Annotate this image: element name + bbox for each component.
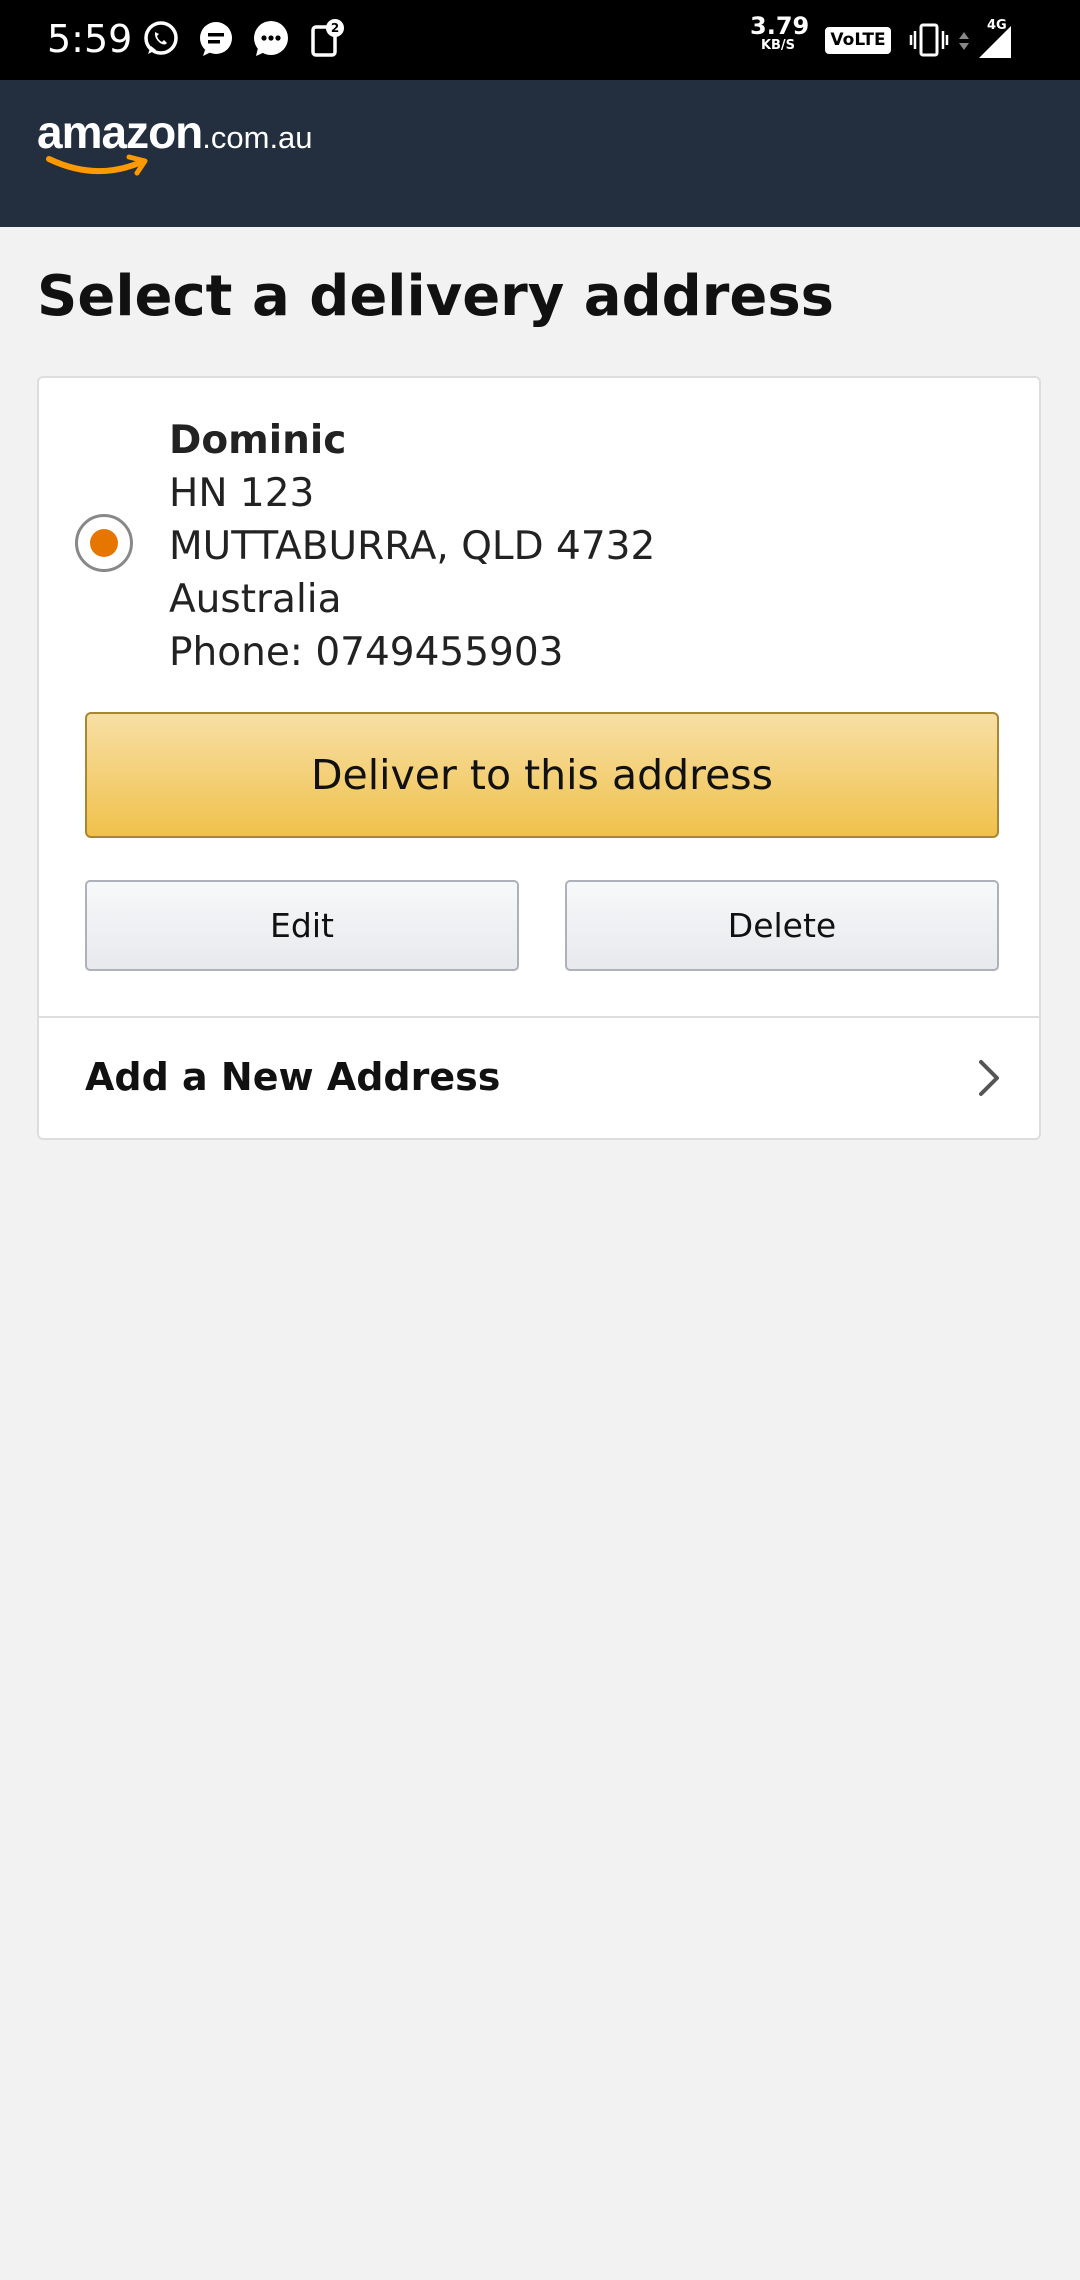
amazon-logo[interactable]: amazon.com.au [37, 105, 313, 176]
volte-badge: VoLTE [825, 27, 891, 54]
status-time: 5:59 [47, 17, 133, 61]
app-header: amazon.com.au [0, 80, 1080, 227]
network-speed-value: 3.79 [750, 12, 810, 40]
address-card: Dominic HN 123 MUTTABURRA, QLD 4732 Aust… [37, 376, 1041, 1140]
chat-icon [254, 21, 288, 56]
network-speed: 3.79 KB/S [750, 12, 810, 53]
status-bar: 5:59 2 3.79 KB/S VoLTE 4G [0, 0, 1080, 80]
address-details: Dominic HN 123 MUTTABURRA, QLD 4732 Aust… [169, 414, 655, 679]
add-new-address-label: Add a New Address [85, 1055, 501, 1099]
address-country: Australia [169, 577, 342, 622]
logo-smile-icon [46, 154, 148, 176]
whatsapp-icon [144, 21, 178, 55]
address-line-1: HN 123 [169, 471, 315, 516]
delete-address-button[interactable]: Delete [565, 880, 999, 971]
page-title: Select a delivery address [37, 264, 835, 329]
logo-domain: .com.au [202, 120, 313, 155]
address-phone: Phone: 0749455903 [169, 630, 564, 675]
signal-icon: 4G [979, 18, 1011, 58]
chevron-right-icon [979, 1060, 999, 1096]
radio-selected-dot [90, 529, 118, 557]
address-option[interactable]: Dominic HN 123 MUTTABURRA, QLD 4732 Aust… [39, 378, 1039, 1018]
network-speed-unit: KB/S [760, 38, 796, 53]
deliver-to-this-address-button[interactable]: Deliver to this address [85, 712, 999, 838]
address-radio[interactable] [75, 514, 133, 572]
address-name: Dominic [169, 418, 347, 463]
add-new-address-row[interactable]: Add a New Address [39, 1018, 1039, 1138]
svg-text:2: 2 [331, 21, 339, 35]
vibrate-icon [909, 23, 949, 57]
message-icon [200, 22, 232, 56]
data-arrows-icon [959, 32, 969, 50]
notification-2-icon: 2 [311, 19, 344, 57]
network-type-label: 4G [987, 18, 1007, 33]
edit-address-button[interactable]: Edit [85, 880, 519, 971]
address-line-2: MUTTABURRA, QLD 4732 [169, 524, 656, 569]
